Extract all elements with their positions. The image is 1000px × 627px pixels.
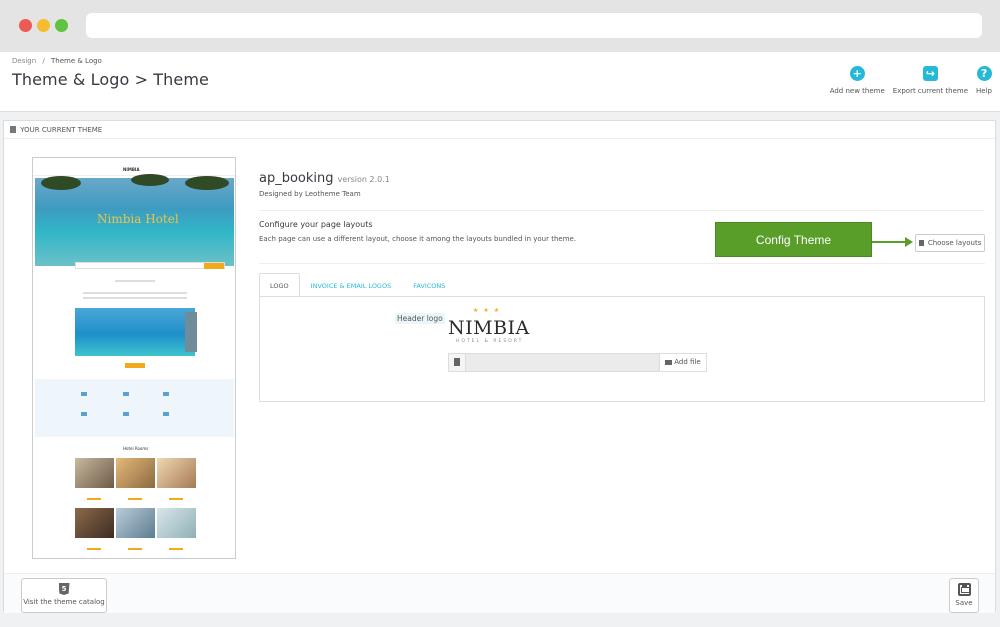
add-file-button[interactable]: Add file bbox=[659, 354, 706, 371]
preview-amenity-icon bbox=[81, 392, 87, 396]
divider bbox=[259, 210, 985, 211]
address-bar[interactable] bbox=[86, 13, 982, 38]
preview-text-line bbox=[115, 280, 155, 282]
main-content: Your current theme NIMBIA Nimbia Hotel bbox=[0, 112, 1000, 627]
preview-hero: Nimbia Hotel bbox=[35, 174, 234, 266]
theme-name: ap_booking version 2.0.1 bbox=[259, 171, 390, 186]
save-button[interactable]: Save bbox=[949, 578, 979, 613]
header-logo-subtext: HOTEL & RESORT bbox=[456, 339, 524, 344]
preview-search-button bbox=[204, 263, 224, 269]
header-logo-label: Header logo bbox=[395, 313, 445, 324]
visit-catalog-label: Visit the theme catalog bbox=[23, 598, 105, 606]
export-theme-button[interactable]: ↪ Export current theme bbox=[893, 66, 968, 95]
theme-version: version 2.0.1 bbox=[337, 175, 390, 184]
question-circle-icon: ? bbox=[976, 66, 992, 81]
panel-heading-text: Your current theme bbox=[20, 126, 103, 134]
theme-icon bbox=[10, 126, 16, 133]
preview-price bbox=[128, 498, 142, 500]
preview-section-title: Hotel Rooms bbox=[123, 446, 149, 451]
page-title: Theme & Logo > Theme bbox=[12, 70, 209, 89]
preview-amenities bbox=[35, 379, 234, 437]
panel-heading: Your current theme bbox=[4, 121, 995, 139]
preview-text-line bbox=[83, 292, 187, 294]
add-file-label: Add file bbox=[674, 358, 701, 366]
preview-amenity-icon bbox=[123, 392, 129, 396]
preview-room-image bbox=[157, 458, 196, 488]
preview-price bbox=[128, 548, 142, 550]
divider bbox=[259, 263, 985, 264]
save-label: Save bbox=[955, 599, 973, 607]
callout-arrow-head bbox=[905, 237, 913, 247]
theme-preview-image: NIMBIA Nimbia Hotel Hotel Rooms bbox=[32, 157, 236, 559]
preview-amenity-icon bbox=[81, 412, 87, 416]
panel-footer: 5 Visit the theme catalog Save bbox=[4, 573, 995, 613]
minimize-window-icon[interactable] bbox=[37, 19, 50, 32]
help-button[interactable]: ? Help bbox=[976, 66, 992, 95]
breadcrumb-parent[interactable]: Design bbox=[12, 57, 36, 65]
tab-favicons[interactable]: Favicons bbox=[402, 273, 456, 297]
choose-layouts-button[interactable]: Choose layouts bbox=[915, 234, 985, 252]
preview-room-image bbox=[75, 508, 114, 538]
close-window-icon[interactable] bbox=[19, 19, 32, 32]
file-icon bbox=[449, 354, 466, 371]
tab-logo[interactable]: Logo bbox=[259, 273, 300, 297]
preview-hero-title: Nimbia Hotel bbox=[97, 212, 179, 226]
folder-open-icon bbox=[665, 360, 673, 365]
preview-room-image bbox=[116, 458, 155, 488]
visit-theme-catalog-button[interactable]: 5 Visit the theme catalog bbox=[21, 578, 107, 613]
maximize-window-icon[interactable] bbox=[55, 19, 68, 32]
preview-room-image bbox=[75, 458, 114, 488]
add-new-theme-label: Add new theme bbox=[829, 87, 885, 95]
configure-layouts-description: Each page can use a different layout, ch… bbox=[259, 235, 577, 243]
browser-chrome bbox=[0, 0, 1000, 52]
current-theme-panel: Your current theme NIMBIA Nimbia Hotel bbox=[3, 120, 996, 613]
theme-name-text: ap_booking bbox=[259, 171, 334, 186]
header-logo-upload: Add file bbox=[448, 353, 707, 372]
preview-palm bbox=[131, 174, 169, 186]
logo-tab-panel: Header logo ★★★ NIMBIA HOTEL & RESORT Ad… bbox=[259, 296, 985, 402]
file-path-input[interactable] bbox=[466, 354, 661, 371]
tab-invoice-email-logos[interactable]: Invoice & Email Logos bbox=[300, 273, 403, 297]
logo-stars-icon: ★★★ bbox=[473, 307, 505, 314]
preview-gallery-side bbox=[185, 312, 197, 352]
page-toolbar: + Add new theme ↪ Export current theme ?… bbox=[830, 66, 992, 95]
config-theme-callout: Config Theme bbox=[715, 222, 872, 257]
header-logo-text: NIMBIA bbox=[448, 317, 530, 339]
preview-price bbox=[169, 548, 183, 550]
file-icon bbox=[918, 240, 924, 246]
logo-tabs: Logo Invoice & Email Logos Favicons bbox=[259, 273, 456, 297]
plus-circle-icon: + bbox=[849, 66, 865, 81]
configure-layouts-title: Configure your page layouts bbox=[259, 220, 373, 229]
breadcrumb: Design / Theme & Logo bbox=[12, 57, 102, 65]
preview-amenity-icon bbox=[163, 392, 169, 396]
preview-price bbox=[169, 498, 183, 500]
preview-gallery-image bbox=[75, 308, 195, 356]
theme-author: Designed by Leotheme Team bbox=[259, 190, 361, 198]
preview-cta-button bbox=[125, 363, 145, 368]
callout-arrow bbox=[872, 241, 908, 243]
share-icon: ↪ bbox=[922, 66, 938, 81]
add-new-theme-button[interactable]: + Add new theme bbox=[830, 66, 885, 95]
choose-layouts-label: Choose layouts bbox=[927, 239, 982, 247]
export-theme-label: Export current theme bbox=[892, 87, 969, 95]
preview-brand: NIMBIA bbox=[123, 167, 140, 172]
preview-amenity-icon bbox=[123, 412, 129, 416]
breadcrumb-current: Theme & Logo bbox=[51, 57, 102, 65]
html5-icon: 5 bbox=[58, 583, 70, 595]
preview-price bbox=[87, 548, 101, 550]
preview-price bbox=[87, 498, 101, 500]
save-icon bbox=[957, 583, 971, 596]
page-header: Design / Theme & Logo Theme & Logo > The… bbox=[0, 52, 1000, 112]
preview-room-image bbox=[116, 508, 155, 538]
preview-search-bar bbox=[75, 262, 225, 269]
preview-palm bbox=[185, 176, 229, 190]
help-label: Help bbox=[976, 87, 992, 95]
preview-palm bbox=[41, 176, 81, 190]
preview-amenity-icon bbox=[163, 412, 169, 416]
preview-room-image bbox=[157, 508, 196, 538]
breadcrumb-separator: / bbox=[42, 57, 45, 65]
preview-text-line bbox=[83, 297, 187, 299]
